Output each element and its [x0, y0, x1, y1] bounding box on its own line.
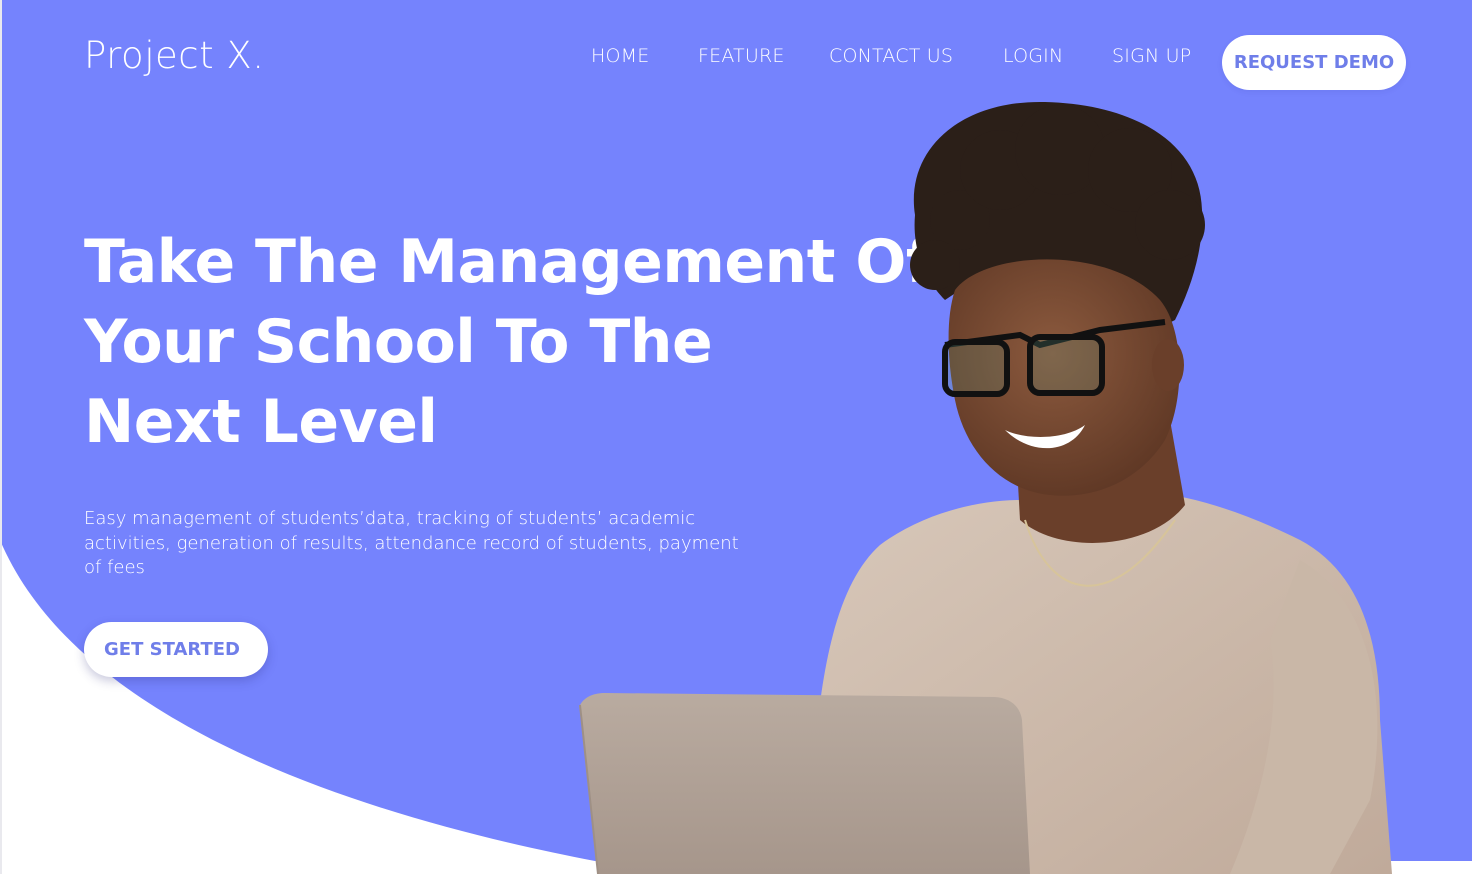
nav-contact-link[interactable]: CONTACT US	[829, 45, 953, 67]
nav-home-link[interactable]: HOME	[591, 45, 649, 67]
nav-feature-link[interactable]: FEATURE	[698, 45, 785, 67]
nav-login-link[interactable]: LOGIN	[1003, 45, 1063, 67]
get-started-button[interactable]: GET STARTED	[84, 622, 268, 677]
hero-photo-woman-with-laptop	[579, 101, 1392, 874]
nav-signup-link[interactable]: SIGN UP	[1112, 45, 1191, 67]
request-demo-button[interactable]: REQUEST DEMO	[1222, 35, 1406, 90]
page-left-border	[0, 0, 2, 874]
